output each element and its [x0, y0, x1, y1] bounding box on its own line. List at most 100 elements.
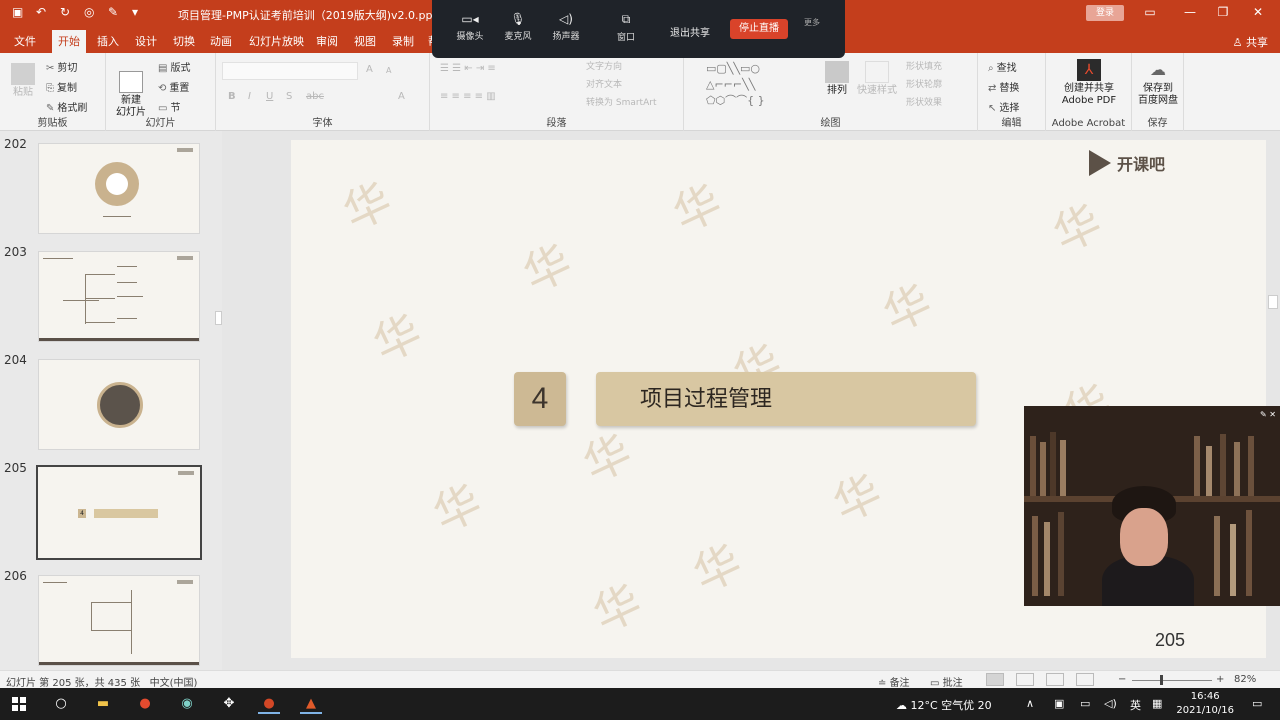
share-button[interactable]: ♙ 共享 — [1233, 34, 1268, 50]
select-button[interactable]: ↖ 选择 — [988, 99, 1019, 114]
grow-font-button[interactable]: A — [366, 64, 373, 75]
minimize-icon[interactable]: — — [1180, 5, 1200, 19]
ribbon-display-icon[interactable]: ▭ — [1140, 5, 1160, 19]
find-button[interactable]: ⌕ 查找 — [988, 59, 1017, 74]
window-button[interactable]: ⧉ 窗口 — [606, 12, 646, 43]
more-button[interactable]: 更多 — [804, 17, 820, 28]
input-method[interactable]: 英 — [1130, 697, 1141, 713]
redo-icon[interactable]: ↻ — [60, 5, 72, 19]
signin-button[interactable]: 登录 — [1086, 5, 1124, 21]
meeting-app-icon[interactable]: ▲ — [300, 694, 322, 714]
speaker-button[interactable]: ◁) 扬声器 — [546, 12, 586, 42]
shrink-font-button[interactable]: A — [386, 66, 391, 75]
replace-button[interactable]: ⇄ 替换 — [988, 79, 1019, 94]
notes-button[interactable]: ≐ 备注 — [878, 674, 910, 689]
tab-slideshow[interactable]: 幻灯片放映 — [249, 33, 304, 49]
zoom-out-button[interactable]: − — [1118, 674, 1126, 685]
file-explorer-icon[interactable]: ▬ — [92, 694, 114, 714]
section-button[interactable]: ▭ 节 — [158, 99, 180, 114]
shapes-gallery[interactable]: ▭▢╲╲▭○ △⌐⌐⌐╲╲ ⬠⬡⌒⌒{ } — [706, 61, 765, 109]
tray-overflow-icon[interactable]: ∧ — [1026, 697, 1034, 710]
system-clock[interactable]: 16:46 2021/10/16 — [1176, 690, 1234, 718]
new-slide-button[interactable]: 新建 幻灯片 — [114, 59, 148, 119]
powerpoint-icon[interactable]: ● — [258, 694, 280, 714]
layout-button[interactable]: ▤ 版式 — [158, 59, 190, 74]
zoom-slider[interactable] — [1132, 680, 1212, 681]
webcam-controls-icon[interactable]: ✎ ✕ — [1260, 410, 1276, 419]
shape-effects-button[interactable]: 形状效果 — [906, 95, 942, 108]
zoom-in-button[interactable]: + — [1216, 674, 1224, 685]
tab-record[interactable]: 录制 — [392, 33, 414, 49]
ime-mode-icon[interactable]: ▦ — [1152, 697, 1162, 710]
tab-view[interactable]: 视图 — [354, 33, 376, 49]
app-icon[interactable]: ✥ — [218, 694, 240, 714]
presenter-icon[interactable]: ◎ — [84, 5, 96, 19]
mic-button[interactable]: 🎙︎ 麦克风 — [498, 12, 538, 42]
panel-scroll-thumb[interactable] — [215, 311, 222, 325]
browser-icon[interactable]: ◉ — [176, 694, 198, 714]
camera-button[interactable]: ▭◂ 摄像头 — [450, 12, 490, 42]
start-button[interactable] — [12, 697, 26, 711]
arrange-button[interactable]: 排列 — [822, 61, 852, 97]
bold-button[interactable]: B — [228, 91, 236, 102]
maximize-icon[interactable]: ❐ — [1213, 5, 1233, 19]
reset-button[interactable]: ⟲ 重置 — [158, 79, 189, 94]
create-pdf-button[interactable]: ⅄ 创建并共享 Adobe PDF — [1050, 59, 1128, 107]
slide-thumbnail[interactable] — [38, 251, 200, 342]
app-icon[interactable]: ● — [134, 694, 156, 714]
format-painter-icon[interactable]: ✎ — [108, 5, 120, 19]
normal-view-button[interactable] — [986, 673, 1004, 686]
close-icon[interactable]: ✕ — [1248, 5, 1268, 19]
stop-live-button[interactable]: 停止直播 — [730, 19, 788, 39]
tab-insert[interactable]: 插入 — [97, 33, 119, 49]
bullets-icon[interactable]: ☰ ☰ ⇤ ⇥ ≡ — [440, 63, 496, 74]
customize-icon[interactable]: ▾ — [132, 5, 144, 19]
slide-thumbnail[interactable] — [38, 359, 200, 450]
underline-button[interactable]: U — [266, 91, 273, 102]
tab-home[interactable]: 开始 — [52, 30, 86, 53]
slide-thumbnail[interactable] — [38, 143, 200, 234]
shadow-button[interactable]: S — [286, 91, 292, 102]
text-direction-button[interactable]: 文字方向 — [586, 59, 622, 72]
align-text-button[interactable]: 对齐文本 — [586, 77, 622, 90]
shape-outline-button[interactable]: 形状轮廓 — [906, 77, 942, 90]
tray-app-icon[interactable]: ▣ — [1054, 697, 1064, 710]
comments-button[interactable]: ▭ 批注 — [930, 674, 963, 689]
quick-styles-button[interactable]: 快速样式 — [854, 61, 900, 97]
cut-button[interactable]: ✂ 剪切 — [46, 59, 77, 74]
section-title[interactable]: 项目过程管理 — [596, 372, 976, 426]
weather-widget[interactable]: ☁ 12°C 空气优 20 — [896, 697, 992, 713]
format-painter-button[interactable]: ✎ 格式刷 — [46, 99, 87, 114]
italic-button[interactable]: I — [248, 91, 251, 102]
tab-review[interactable]: 审阅 — [316, 33, 338, 49]
reading-view-button[interactable] — [1046, 673, 1064, 686]
paste-button[interactable]: 粘贴 — [8, 63, 38, 99]
undo-icon[interactable]: ↶ — [36, 5, 48, 19]
tab-design[interactable]: 设计 — [135, 33, 157, 49]
align-icon[interactable]: ≡ ≡ ≡ ≡ ▥ — [440, 91, 496, 102]
editor-scroll-thumb[interactable] — [1268, 295, 1278, 309]
section-number[interactable]: 4 — [514, 372, 566, 426]
shape-fill-button[interactable]: 形状填充 — [906, 59, 942, 72]
notifications-icon[interactable]: ▭ — [1252, 697, 1262, 710]
tab-animations[interactable]: 动画 — [210, 33, 232, 49]
font-name-input[interactable] — [222, 62, 358, 80]
slide-thumbnail-selected[interactable]: 4 — [36, 465, 202, 560]
save-to-baidu-button[interactable]: ☁ 保存到 百度网盘 — [1134, 59, 1182, 107]
zoom-level[interactable]: 82% — [1234, 674, 1256, 685]
webcam-video[interactable]: ✎ ✕ — [1024, 406, 1280, 606]
tab-transitions[interactable]: 切换 — [173, 33, 195, 49]
zoom-slider-thumb[interactable] — [1160, 675, 1163, 685]
slideshow-view-button[interactable] — [1076, 673, 1094, 686]
slide-sorter-button[interactable] — [1016, 673, 1034, 686]
save-icon[interactable]: ▣ — [12, 5, 24, 19]
slide-thumbnail[interactable] — [38, 575, 200, 666]
tab-file[interactable]: 文件 — [14, 33, 36, 49]
volume-icon[interactable]: ◁) — [1104, 697, 1117, 710]
strike-button[interactable]: abc — [306, 91, 324, 102]
copy-button[interactable]: ⎘ 复制 — [46, 79, 77, 94]
search-icon[interactable]: ○ — [50, 694, 72, 714]
smartart-button[interactable]: 转换为 SmartArt — [586, 95, 656, 108]
network-icon[interactable]: ▭ — [1080, 697, 1090, 710]
font-color-button[interactable]: A — [398, 91, 405, 102]
